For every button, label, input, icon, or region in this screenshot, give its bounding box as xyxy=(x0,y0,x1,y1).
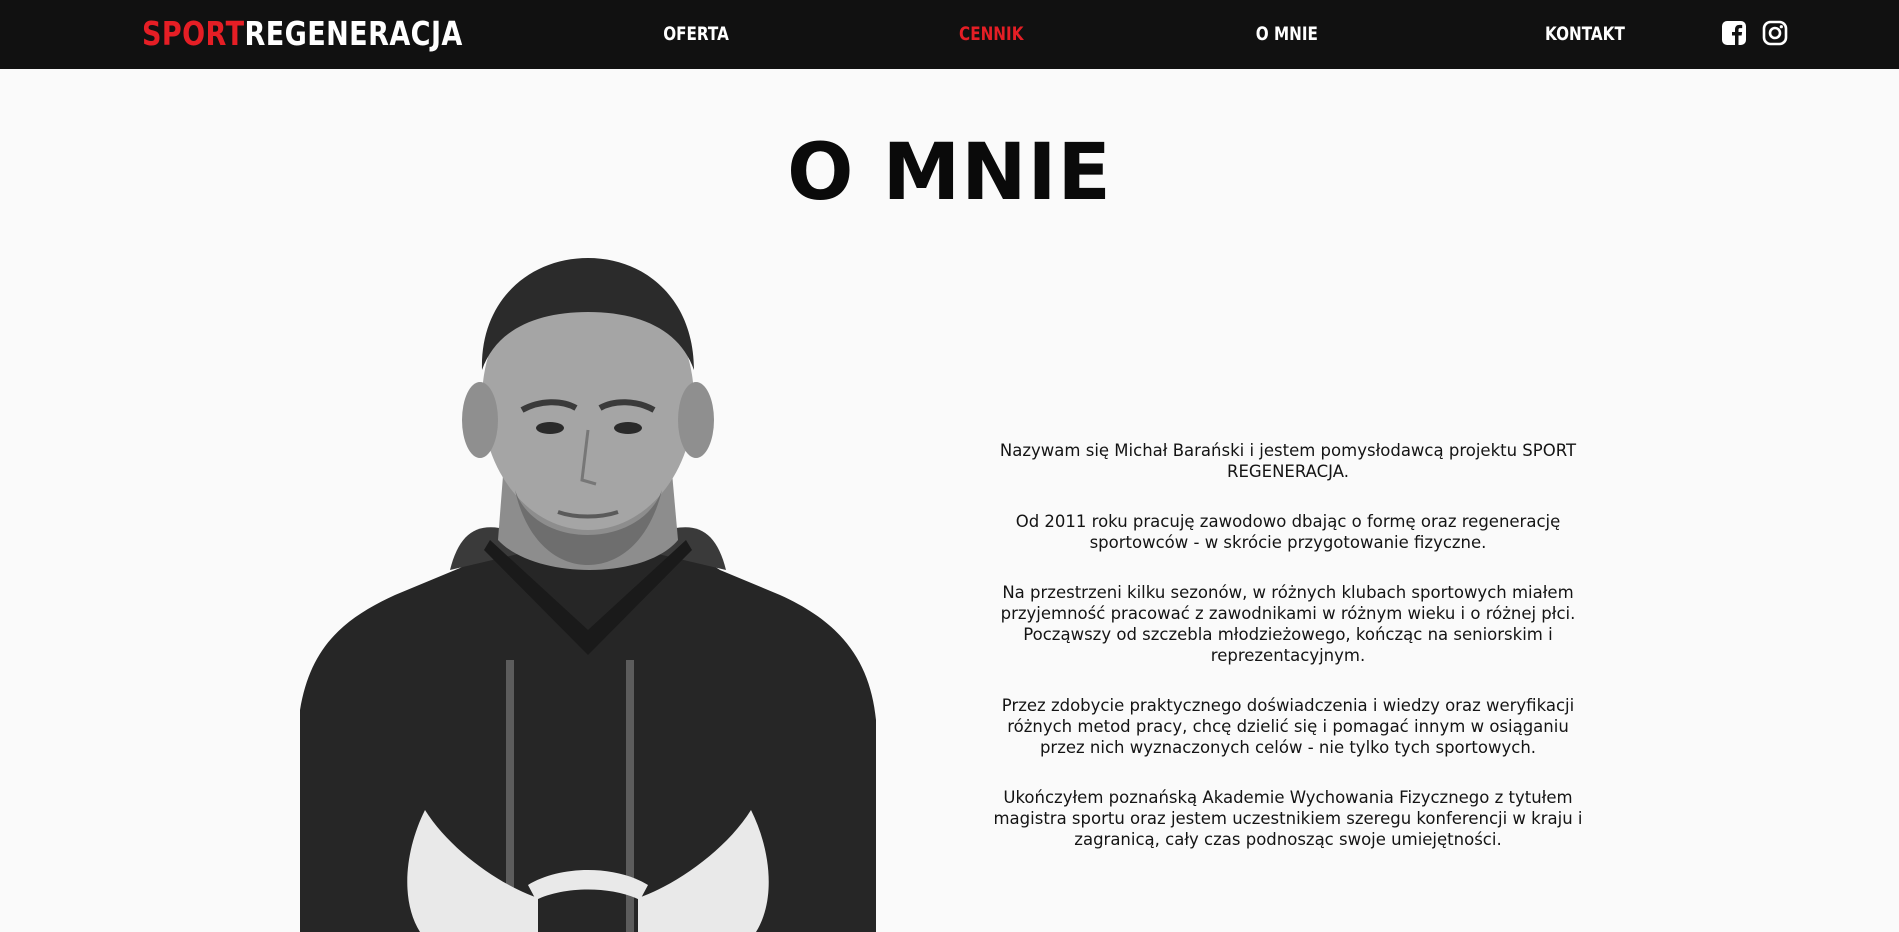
bio-paragraph: Od 2011 roku pracuję zawodowo dbając o f… xyxy=(1015,512,1561,552)
page-title: O MNIE xyxy=(787,128,1112,218)
logo-part-sport: SPORT xyxy=(142,14,245,53)
bio-paragraph: Ukończyłem poznańską Akademie Wychowania… xyxy=(993,788,1583,849)
top-navbar: SPORTREGENERACJA OFERTA CENNIK O MNIE KO… xyxy=(0,0,1899,69)
nav-link-oferta[interactable]: OFERTA xyxy=(663,20,729,48)
nav-link-kontakt[interactable]: KONTAKT xyxy=(1545,20,1625,48)
bio-paragraph: Przez zdobycie praktycznego doświadczeni… xyxy=(1001,696,1575,757)
instagram-icon[interactable] xyxy=(1762,20,1788,46)
bio-paragraph: Nazywam się Michał Barański i jestem pom… xyxy=(999,441,1577,481)
facebook-icon[interactable] xyxy=(1721,20,1747,46)
nav-link-cennik[interactable]: CENNIK xyxy=(959,20,1023,48)
site-logo[interactable]: SPORTREGENERACJA xyxy=(142,14,463,54)
bio-text: Nazywam się Michał Barański i jestem pom… xyxy=(984,440,1592,879)
portrait-photo xyxy=(300,250,876,932)
bio-paragraph: Na przestrzeni kilku sezonów, w różnych … xyxy=(1000,583,1576,665)
nav-link-o-mnie[interactable]: O MNIE xyxy=(1256,20,1318,48)
logo-part-regeneracja: REGENERACJA xyxy=(244,14,463,53)
